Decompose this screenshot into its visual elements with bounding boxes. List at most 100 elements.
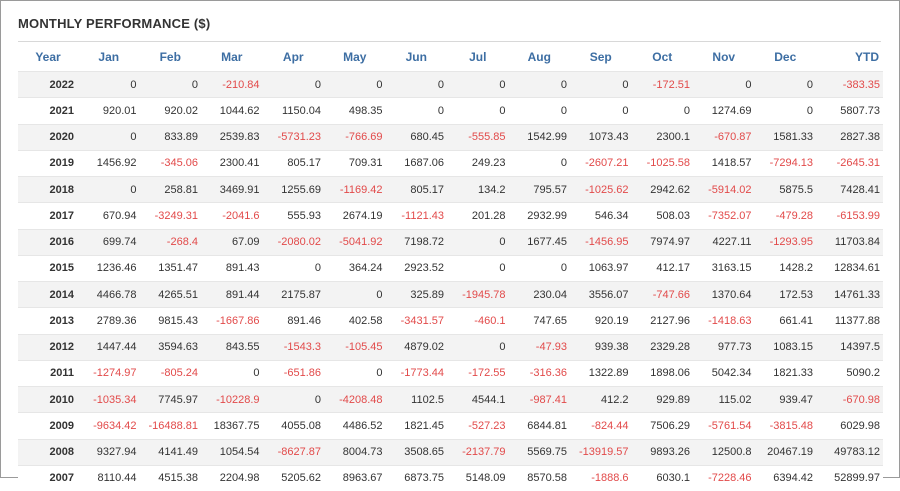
month-value-cell: -7294.13 [755, 150, 817, 176]
month-value-cell: -3249.31 [140, 203, 202, 229]
year-cell: 2012 [18, 334, 78, 360]
month-value-cell: -555.85 [447, 124, 509, 150]
month-value-cell: -316.36 [509, 360, 571, 386]
month-value-cell: 805.17 [386, 177, 448, 203]
month-value-cell: -1025.58 [632, 150, 694, 176]
month-value-cell: 1821.33 [755, 360, 817, 386]
month-value-cell: -3815.48 [755, 413, 817, 439]
month-value-cell: -1169.42 [324, 177, 386, 203]
month-value-cell: 9893.26 [632, 439, 694, 465]
month-value-cell: 4879.02 [386, 334, 448, 360]
month-value-cell: 0 [78, 72, 140, 98]
month-value-cell: 134.2 [447, 177, 509, 203]
month-value-cell: 7506.29 [632, 413, 694, 439]
month-value-cell: 0 [324, 282, 386, 308]
column-header-feb: Feb [140, 43, 202, 72]
month-value-cell: 0 [755, 72, 817, 98]
month-value-cell: 1236.46 [78, 255, 140, 281]
month-value-cell: -5914.02 [693, 177, 755, 203]
month-value-cell: 0 [263, 255, 325, 281]
month-value-cell: 939.47 [755, 387, 817, 413]
table-row: 20121447.443594.63843.55-1543.3-105.4548… [18, 334, 883, 360]
column-header-dec: Dec [755, 43, 817, 72]
month-value-cell: 0 [78, 124, 140, 150]
month-value-cell: 1351.47 [140, 255, 202, 281]
month-value-cell: -1773.44 [386, 360, 448, 386]
month-value-cell: 1102.5 [386, 387, 448, 413]
month-value-cell: 1677.45 [509, 229, 571, 255]
ytd-cell: 11377.88 [816, 308, 883, 334]
ytd-cell: 6029.98 [816, 413, 883, 439]
ytd-cell: 5807.73 [816, 98, 883, 124]
month-value-cell: 8570.58 [509, 465, 571, 491]
year-cell: 2020 [18, 124, 78, 150]
ytd-cell: -6153.99 [816, 203, 883, 229]
month-value-cell: 891.46 [263, 308, 325, 334]
month-value-cell: -345.06 [140, 150, 202, 176]
month-value-cell: 4265.51 [140, 282, 202, 308]
month-value-cell: 795.57 [509, 177, 571, 203]
month-value-cell: -268.4 [140, 229, 202, 255]
month-value-cell: 670.94 [78, 203, 140, 229]
month-value-cell: 2539.83 [201, 124, 263, 150]
column-header-aug: Aug [509, 43, 571, 72]
month-value-cell: -13919.57 [570, 439, 632, 465]
month-value-cell: 1083.15 [755, 334, 817, 360]
year-cell: 2009 [18, 413, 78, 439]
month-value-cell: 5205.62 [263, 465, 325, 491]
year-cell: 2016 [18, 229, 78, 255]
table-row: 2011-1274.97-805.240-651.860-1773.44-172… [18, 360, 883, 386]
month-value-cell: 364.24 [324, 255, 386, 281]
month-value-cell: 0 [509, 72, 571, 98]
column-header-jan: Jan [78, 43, 140, 72]
month-value-cell: -1293.95 [755, 229, 817, 255]
month-value-cell: -1945.78 [447, 282, 509, 308]
month-value-cell: 1150.04 [263, 98, 325, 124]
table-row: 20180258.813469.911255.69-1169.42805.171… [18, 177, 883, 203]
month-value-cell: -5041.92 [324, 229, 386, 255]
month-value-cell: 3469.91 [201, 177, 263, 203]
column-header-jun: Jun [386, 43, 448, 72]
month-value-cell: 0 [386, 72, 448, 98]
table-row: 202200-210.84000000-172.5100-383.35 [18, 72, 883, 98]
month-value-cell: 12500.8 [693, 439, 755, 465]
month-value-cell: 7974.97 [632, 229, 694, 255]
month-value-cell: 9815.43 [140, 308, 202, 334]
column-header-nov: Nov [693, 43, 755, 72]
month-value-cell: -1274.97 [78, 360, 140, 386]
month-value-cell: -1418.63 [693, 308, 755, 334]
month-value-cell: -747.66 [632, 282, 694, 308]
month-value-cell: 18367.75 [201, 413, 263, 439]
month-value-cell: -7352.07 [693, 203, 755, 229]
month-value-cell: 833.89 [140, 124, 202, 150]
month-value-cell: 0 [386, 98, 448, 124]
month-value-cell: 0 [693, 72, 755, 98]
month-value-cell: 4466.78 [78, 282, 140, 308]
table-row: 2021920.01920.021044.621150.04498.350000… [18, 98, 883, 124]
month-value-cell: 412.17 [632, 255, 694, 281]
table-row: 2017670.94-3249.31-2041.6555.932674.19-1… [18, 203, 883, 229]
month-value-cell: 201.28 [447, 203, 509, 229]
month-value-cell: 0 [509, 98, 571, 124]
month-value-cell: 0 [324, 360, 386, 386]
month-value-cell: 0 [447, 72, 509, 98]
month-value-cell: 8963.67 [324, 465, 386, 491]
month-value-cell: 1054.54 [201, 439, 263, 465]
year-cell: 2022 [18, 72, 78, 98]
month-value-cell: 115.02 [693, 387, 755, 413]
month-value-cell: 1456.92 [78, 150, 140, 176]
month-value-cell: -172.55 [447, 360, 509, 386]
month-value-cell: 5569.75 [509, 439, 571, 465]
month-value-cell: 1581.33 [755, 124, 817, 150]
column-header-oct: Oct [632, 43, 694, 72]
month-value-cell: 4544.1 [447, 387, 509, 413]
month-value-cell: 0 [263, 387, 325, 413]
month-value-cell: 20467.19 [755, 439, 817, 465]
year-cell: 2021 [18, 98, 78, 124]
title-divider [18, 41, 881, 42]
month-value-cell: 8004.73 [324, 439, 386, 465]
month-value-cell: 0 [447, 229, 509, 255]
month-value-cell: -8627.87 [263, 439, 325, 465]
month-value-cell: 920.01 [78, 98, 140, 124]
month-value-cell: 0 [324, 72, 386, 98]
